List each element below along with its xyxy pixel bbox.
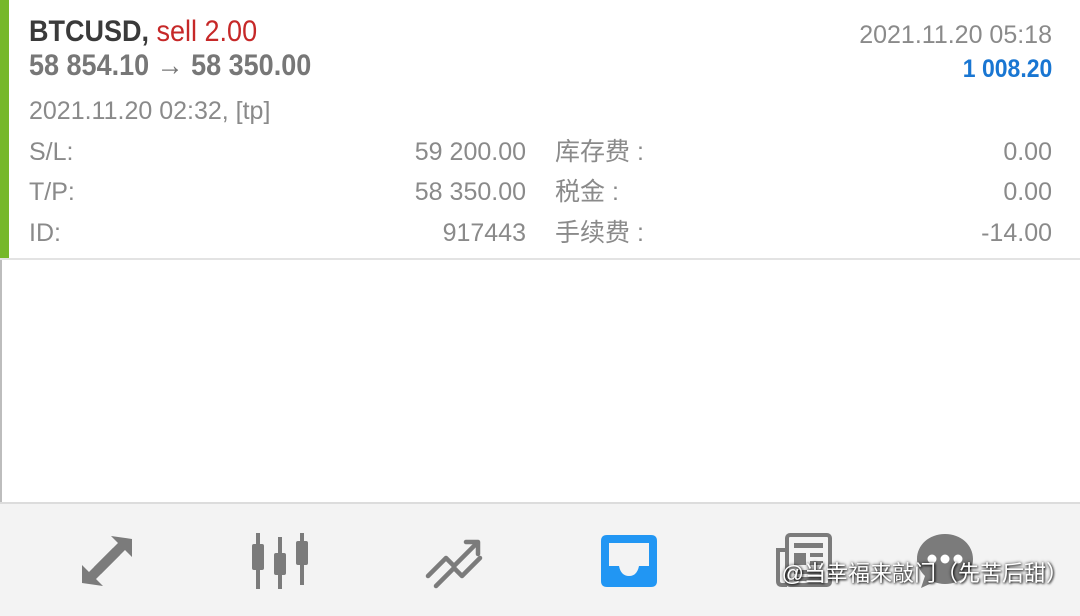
tax-value: 0.00 xyxy=(1003,178,1052,206)
deal-profit: 1 008.20 xyxy=(962,55,1052,83)
deal-card[interactable]: BTCUSD, sell 2.00 58 854.10 → 58 350.00 … xyxy=(0,0,1080,260)
deal-price-change: 58 854.10 → 58 350.00 xyxy=(29,49,312,82)
id-value: 917443 xyxy=(442,219,526,247)
nav-trade[interactable] xyxy=(400,504,510,616)
detail-row-tp-tax: T/P: 58 350.00 税金 : 0.00 xyxy=(0,175,1080,209)
nav-quotes[interactable] xyxy=(52,504,162,616)
deal-symbol: BTCUSD, xyxy=(29,15,150,48)
nav-history[interactable] xyxy=(574,504,684,616)
screen: BTCUSD, sell 2.00 58 854.10 → 58 350.00 … xyxy=(0,0,1080,616)
deal-side-volume: sell 2.00 xyxy=(156,15,258,48)
history-inbox-icon xyxy=(601,535,657,587)
detail-row-id-commission: ID: 917443 手续费 : -14.00 xyxy=(0,216,1080,250)
bottom-navigation xyxy=(0,502,1080,616)
commission-label: 手续费 : xyxy=(555,219,644,247)
watermark-text: @当幸福来敲门（先苦后甜） xyxy=(781,561,1068,586)
tax-label: 税金 : xyxy=(555,178,619,206)
trade-icon xyxy=(425,539,483,589)
commission-value: -14.00 xyxy=(981,219,1052,247)
swap-value: 0.00 xyxy=(1003,138,1052,166)
candlestick-chart-icon xyxy=(252,533,308,589)
deal-close-time: 2021.11.20 05:18 xyxy=(859,21,1052,49)
detail-row-sl-swap: S/L: 59 200.00 库存费 : 0.00 xyxy=(0,135,1080,169)
tp-label: T/P: xyxy=(29,178,75,206)
sl-value: 59 200.00 xyxy=(414,138,526,166)
sl-label: S/L: xyxy=(29,138,74,166)
swap-label: 库存费 : xyxy=(555,138,644,166)
tp-value: 58 350.00 xyxy=(414,178,526,206)
nav-chart[interactable] xyxy=(225,504,335,616)
id-label: ID: xyxy=(29,219,61,247)
deal-title: BTCUSD, sell 2.00 xyxy=(29,14,257,50)
deal-open-info: 2021.11.20 02:32, [tp] xyxy=(29,97,271,125)
quotes-arrows-icon xyxy=(82,536,132,586)
